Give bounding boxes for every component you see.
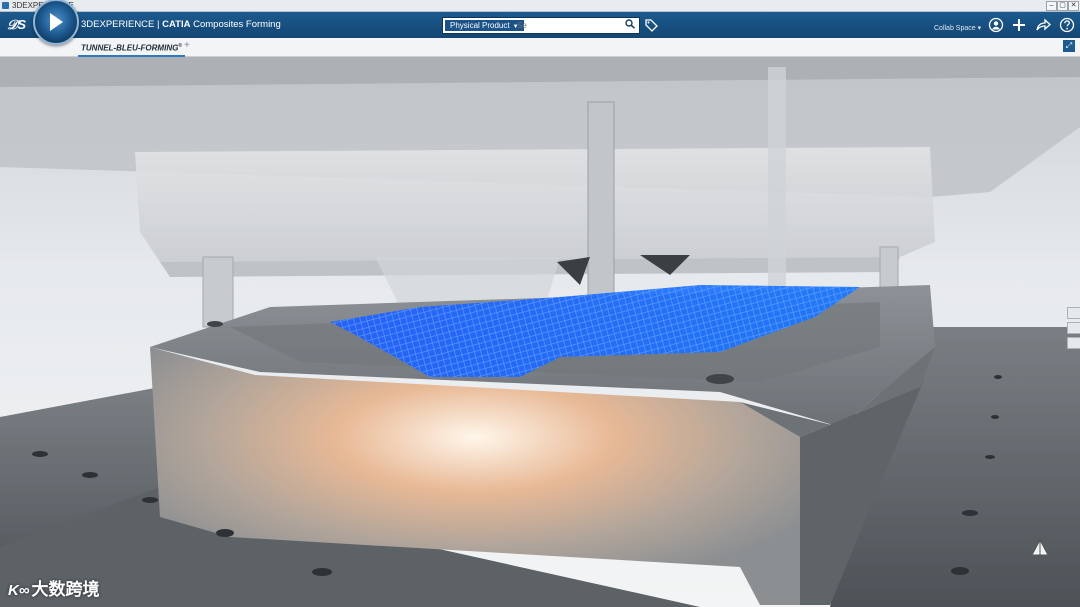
search-input[interactable] [517, 19, 617, 31]
side-panel-tab[interactable] [1067, 307, 1080, 319]
forming-scene [0, 57, 1080, 607]
top-bar: 𝒟S 3DEXPERIENCE | CATIA Composites Formi… [0, 12, 1080, 38]
close-button[interactable]: ✕ [1068, 1, 1079, 11]
window-title-bar: 3DEXPERIENCE – ▢ ✕ [0, 0, 1080, 12]
compass-navigation-icon[interactable] [1030, 538, 1050, 558]
ds-logo-icon: 𝒟S [7, 17, 27, 32]
tab-bar: TUNNEL-BLEU-FORMING® + ⤢ [0, 38, 1080, 57]
user-icon[interactable] [988, 17, 1004, 33]
side-panel-tab[interactable] [1067, 322, 1080, 334]
compass-play-icon[interactable] [33, 0, 79, 45]
brand-catia: CATIA [162, 19, 191, 30]
3d-viewport[interactable] [0, 57, 1080, 607]
play-icon [50, 13, 63, 31]
brand-prefix: 3DEXPERIENCE | [81, 19, 163, 30]
watermark-text: 大数跨境 [31, 580, 100, 599]
app-title: 3DEXPERIENCE | CATIA Composites Forming [81, 19, 281, 30]
search-scope-dropdown[interactable]: Physical Product ▼ [445, 20, 524, 31]
app-name: Composites Forming [190, 19, 281, 30]
search-scope-label: Physical Product [450, 21, 510, 30]
watermark-mark: K∞ [8, 582, 30, 599]
restore-button[interactable]: ▢ [1057, 1, 1068, 11]
watermark-logo: K∞ 大数跨境 [8, 575, 100, 600]
tag-icon[interactable] [644, 18, 658, 35]
add-icon[interactable] [1011, 17, 1027, 33]
tab-label: TUNNEL-BLEU-FORMING [81, 43, 179, 53]
tab-tunnel-bleu-forming[interactable]: TUNNEL-BLEU-FORMING® [78, 40, 186, 57]
share-icon[interactable] [1035, 17, 1051, 33]
side-panel-tab[interactable] [1067, 337, 1080, 349]
chevron-down-icon: ▾ [977, 25, 982, 32]
collab-space-label: Collab Space [934, 25, 976, 32]
search-icon[interactable] [625, 19, 636, 31]
help-icon[interactable] [1059, 17, 1075, 33]
app-window-icon [2, 2, 9, 9]
maximize-icon[interactable]: ⤢ [1063, 40, 1075, 52]
search-bar: Physical Product ▼ [442, 17, 640, 34]
minimize-button[interactable]: – [1046, 1, 1057, 11]
add-tab-button[interactable]: + [184, 40, 190, 51]
tab-modified-marker: ® [178, 43, 183, 49]
collab-space-selector[interactable]: Collab Space ▾ [934, 24, 981, 32]
